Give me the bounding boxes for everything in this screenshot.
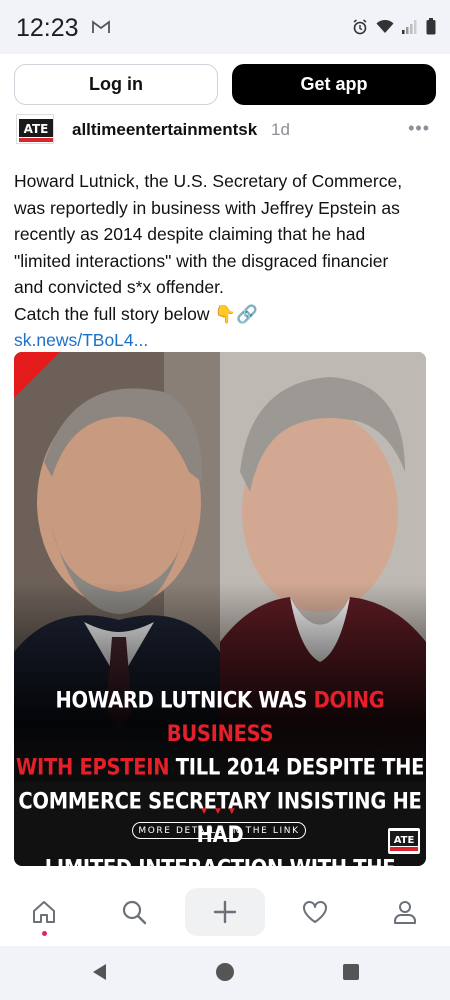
system-nav-bar [0,946,450,1000]
headline-text: LIMITED INTERACTION WITH THE FINANCIER [14,852,426,866]
search-icon[interactable] [112,890,156,934]
alarm-icon [352,18,368,40]
post-link[interactable]: sk.news/TBoL4... [14,327,434,354]
notification-dot [42,931,47,936]
home-icon[interactable] [22,890,66,934]
watermark-logo-text: ATE [394,835,415,846]
caption-cta: Catch the full story below 👇🔗 [14,303,258,324]
corner-accent [14,352,60,398]
post-timestamp: 1d [271,120,290,139]
plus-icon[interactable] [203,890,247,934]
bottom-nav [0,880,450,946]
username[interactable]: alltimeentertainmentsk [72,120,257,140]
heart-icon[interactable] [293,890,337,934]
headline-text: TILL 2014 DESPITE THE [169,754,425,781]
headline-text: HOWARD LUTNICK WAS [55,687,314,714]
login-button[interactable]: Log in [14,64,218,105]
post-image[interactable]: HOWARD LUTNICK WAS DOING BUSINESS WITH E… [14,352,426,866]
wifi-icon [376,19,394,39]
caption-line: recently as 2014 despite claiming that h… [14,224,366,244]
get-app-button[interactable]: Get app [232,64,436,105]
watermark-logo: ATE [388,828,420,854]
status-time: 12:23 [16,14,79,42]
caption-line: and convicted s*x offender. [14,277,224,297]
more-details-badge: MORE DETAILS IN THE LINK [132,822,306,839]
home-circle-icon[interactable] [215,962,235,987]
gmail-icon [92,20,110,34]
signal-icon [402,19,418,39]
post-caption: Howard Lutnick, the U.S. Secretary of Co… [14,168,434,354]
avatar-logo-text: ATE [24,122,49,136]
profile-icon[interactable] [383,890,427,934]
recents-icon[interactable] [342,963,360,986]
battery-icon [426,18,436,40]
headline-text: COMMERCE SECRETARY INSISTING HE HAD [18,788,422,848]
avatar[interactable]: ATE [16,114,54,144]
status-icons [352,18,436,40]
down-arrows-icon: ▼▼▼ [199,806,241,817]
caption-line: was reportedly in business with Jeffrey … [14,197,400,218]
back-icon[interactable] [90,962,110,987]
caption-line: Howard Lutnick, the U.S. Secretary of Co… [14,171,403,191]
more-options-icon[interactable]: ••• [408,118,430,139]
status-bar: 12:23 [0,0,450,54]
caption-line: "limited interactions" with the disgrace… [14,250,389,271]
headline-highlight: WITH EPSTEIN [15,754,170,781]
